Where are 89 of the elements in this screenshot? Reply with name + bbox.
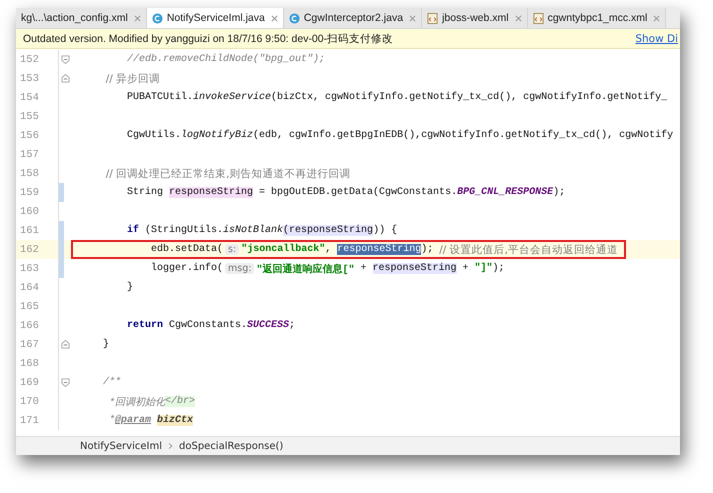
line-number: 169 [19,376,40,388]
code-text: @param [115,415,152,426]
line-number: 154 [19,92,40,104]
line-number: 162 [19,244,40,256]
line-number: 170 [19,396,40,408]
line-number: 155 [19,110,40,122]
line-number: 156 [19,130,40,142]
file-tab[interactable]: CgwInterceptor2.java [284,8,422,28]
line-number: 159 [19,186,40,198]
code-text: (bizCtx, cgwNotifyInfo.getNotify_tx_cd(), cgwNotifyInfo.getNotify_ [271,92,668,103]
code-text: CgwUtils. [126,130,182,141]
file-tab[interactable]: jboss-web.xml [422,8,528,28]
close-icon[interactable] [514,14,522,22]
code-text: CgwConstants. [168,320,248,331]
code-text: logger.info( [150,263,224,274]
code-keyword: if [126,225,140,236]
code-text: edb.setData( [150,244,224,255]
file-tab[interactable]: NotifyServiceIml.java [146,8,284,28]
code-text: ); [492,263,505,274]
file-tab[interactable]: cgwntybpc1_mcc.xml [528,8,666,28]
code-text: ; [289,320,296,331]
code-text: logNotifyBiz [181,130,254,141]
xml-file-icon [427,12,438,24]
code-text: responseString [372,263,457,274]
code-comment: *回调初始化 [108,396,166,408]
code-comment: // 异步回调 [104,72,160,86]
code-text: isNotBlank [223,225,284,236]
code-text: , [325,244,332,255]
code-comment: //edb.removeChildNode("bpg_out"); [126,54,326,65]
code-comment: // 回调处理已经正常结束,则告知通道不再进行回调 [104,166,350,180]
line-number: 165 [19,300,40,312]
code-text: invokeService [193,92,272,103]
code-text: PUBATCUtil. [126,92,194,103]
code-text: responseString [169,187,254,198]
class-file-icon [152,12,163,24]
close-icon[interactable] [409,14,416,22]
line-number: 171 [19,414,40,426]
code-text: SUCCESS [247,320,290,331]
code-keyword: return [126,320,164,331]
line-number: 158 [19,168,40,180]
close-icon[interactable] [270,14,278,22]
string-literal: "jsoncallback" [241,244,326,255]
code-text: )) { [373,225,398,236]
fold-icon[interactable] [60,378,70,387]
line-number: 157 [19,148,40,160]
code-text: } [102,339,110,350]
code-text: ); [553,187,566,198]
file-tab[interactable]: kg\...\action_config.xml [16,8,147,28]
fold-icon[interactable] [60,55,70,64]
parameter-hint: s: [225,244,240,255]
code-comment: * [108,415,116,426]
code-text: (edb, cgwInfo.getBpgInEDB(),cgwNotifyInfo.getNotify_tx_cd(), cgwNotify [253,130,674,141]
class-file-icon [288,12,300,24]
code-text: ); [421,244,434,255]
close-icon[interactable] [653,14,660,22]
line-number: 161 [19,224,40,236]
selected-text: responseString [337,244,422,255]
breadcrumb-item[interactable]: NotifyServiceIml [80,440,162,452]
parameter-hint: msg: [225,263,254,274]
chevron-icon [168,442,173,450]
code-text: bizCtx [157,415,194,426]
code-comment: // 设置此值后,平台会自动返回给通道 [439,242,618,256]
code-text: + [359,263,368,274]
line-number: 153 [19,72,40,84]
string-literal: "返回通道响应信息[" [256,262,354,276]
fold-icon[interactable] [60,74,70,83]
string-literal: "]" [474,263,493,274]
fold-icon[interactable] [60,340,70,349]
code-text: + [462,263,470,274]
code-text: String [126,187,164,198]
show-diff-link[interactable]: Show Di [635,32,678,44]
code-text: } [126,282,134,293]
xml-file-icon [532,12,544,24]
banner-message: Outdated version. Modified by yangguizi on 18/7/16 9:50: dev-00-扫码支付修改 [23,32,394,46]
line-number: 164 [19,282,40,294]
line-number: 168 [19,358,40,370]
line-number: 163 [19,262,40,274]
code-comment: /** [102,377,122,388]
line-number: 152 [19,54,40,66]
breadcrumb-item[interactable]: doSpecialResponse() [179,440,284,452]
line-number: 166 [19,320,40,332]
code-text: (StringUtils. [144,225,224,236]
close-icon[interactable] [134,14,141,22]
line-number: 160 [19,206,40,218]
line-number: 167 [19,338,40,350]
code-text: </br> [165,396,196,407]
code-text: BPG_CNL_RESPONSE [457,187,554,198]
code-text: = bpgOutEDB.getData(CgwConstants. [258,187,458,198]
code-text: (responseString [283,225,374,236]
